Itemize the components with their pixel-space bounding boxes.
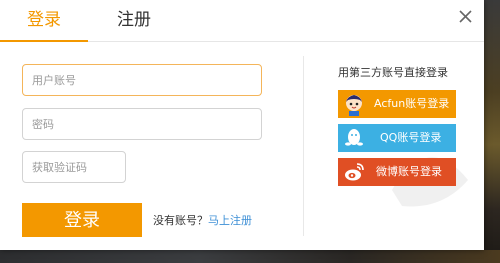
tab-bar: 登录 注册	[0, 0, 484, 42]
third-party-title: 用第三方账号直接登录	[338, 66, 448, 79]
verification-code-input[interactable]	[22, 151, 126, 183]
background-scenery	[484, 0, 500, 263]
tab-login[interactable]: 登录	[0, 0, 88, 42]
login-button[interactable]: 登录	[22, 203, 142, 237]
register-link[interactable]: 马上注册	[208, 214, 252, 227]
account-input[interactable]	[22, 64, 262, 96]
background-scenery-bottom	[0, 250, 500, 263]
close-icon[interactable]	[456, 7, 476, 27]
vertical-divider	[303, 56, 304, 236]
qq-penguin-icon	[345, 129, 363, 146]
acfun-login-button[interactable]: Acfun账号登录	[338, 90, 456, 118]
acfun-login-label: Acfun账号登录	[374, 97, 450, 110]
tab-register[interactable]: 注册	[117, 0, 151, 42]
no-account-prompt: 没有账号？马上注册	[153, 212, 252, 228]
login-dialog: 登录 注册 登录 没有账号？马上注册 用第三方账号直接登录 Acfun账号登录	[0, 0, 484, 250]
acfun-mascot-icon	[345, 95, 363, 116]
password-input[interactable]	[22, 108, 262, 140]
qq-login-button[interactable]: QQ账号登录	[338, 124, 456, 152]
qq-login-label: QQ账号登录	[380, 131, 442, 144]
no-account-text: 没有账号？	[153, 214, 208, 227]
weibo-login-label: 微博账号登录	[376, 165, 442, 178]
weibo-login-button[interactable]: 微博账号登录	[338, 158, 456, 186]
weibo-icon	[345, 163, 364, 181]
